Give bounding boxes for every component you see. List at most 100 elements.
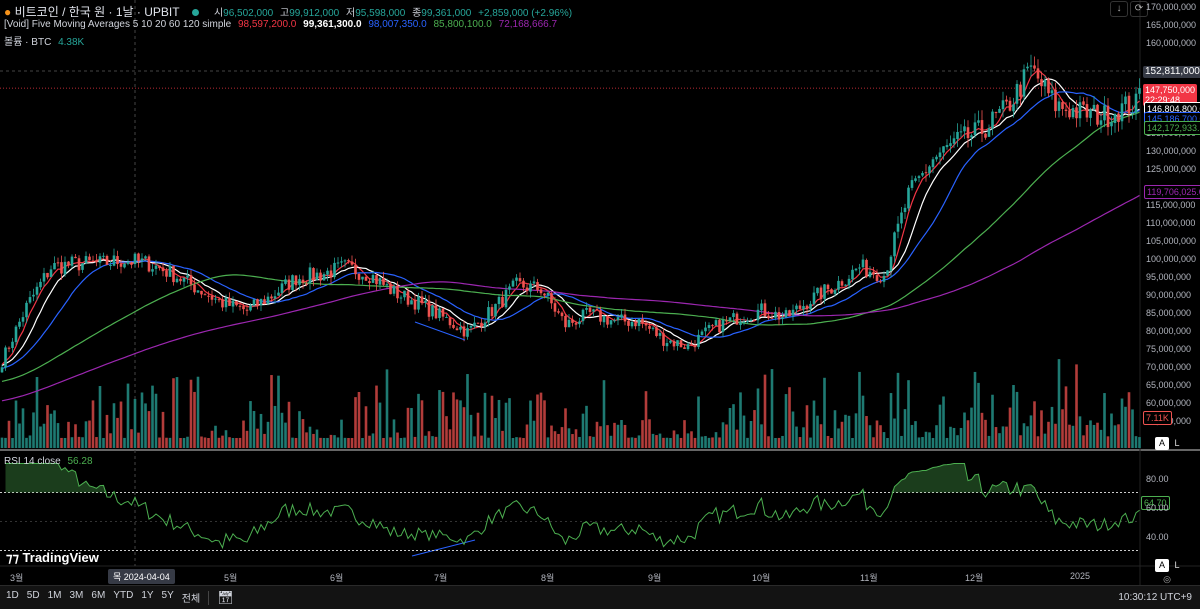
range-button-5d[interactable]: 5D xyxy=(27,590,40,605)
rsi-log-scale-button[interactable]: L xyxy=(1170,559,1184,572)
volume-bar xyxy=(805,405,809,448)
ma-legend[interactable]: [Void] Five Moving Averages 5 10 20 60 1… xyxy=(4,19,557,30)
volume-bar xyxy=(595,421,599,448)
candle-body xyxy=(704,327,707,332)
volume-bar xyxy=(840,421,844,448)
candle-body xyxy=(494,303,497,317)
volume-bar xyxy=(637,435,641,448)
candle-body xyxy=(396,285,399,299)
candle-body xyxy=(1054,89,1057,112)
volume-bar xyxy=(462,407,466,448)
candle-body xyxy=(1113,113,1117,123)
candle-body xyxy=(917,176,921,178)
volume-label[interactable]: 볼륨 · BTC xyxy=(4,37,51,48)
range-button-1y[interactable]: 1Y xyxy=(141,590,153,605)
candle-body xyxy=(581,309,585,322)
candle-body xyxy=(945,145,949,148)
rsi-legend[interactable]: RSI 14 close 56.28 xyxy=(4,456,93,467)
range-button-전체[interactable]: 전체 xyxy=(182,590,200,605)
candle-body xyxy=(154,265,158,269)
time-axis-label: 12월 xyxy=(965,573,984,583)
time-axis-label: 11월 xyxy=(860,573,878,583)
candle-body xyxy=(105,255,109,265)
volume-bar xyxy=(63,437,67,448)
volume-bar xyxy=(459,400,462,448)
range-button-6m[interactable]: 6M xyxy=(91,590,105,605)
range-button-1d[interactable]: 1D xyxy=(6,590,19,605)
date-range-calendar-icon[interactable]: 📅︎ xyxy=(217,590,234,606)
rsi-auto-scale-button[interactable]: A xyxy=(1155,559,1169,572)
auto-scale-button[interactable]: A xyxy=(1155,437,1169,450)
volume-bar xyxy=(693,437,697,448)
range-button-1m[interactable]: 1M xyxy=(48,590,62,605)
ma10-line xyxy=(1,78,1140,367)
volume-bar xyxy=(249,401,252,448)
tradingview-logo[interactable]: ⁊⁊ TradingView xyxy=(6,550,99,566)
candle-body xyxy=(770,317,774,319)
range-button-5y[interactable]: 5Y xyxy=(162,590,174,605)
candle-body xyxy=(147,256,151,272)
candle-body xyxy=(123,263,126,268)
candle-body xyxy=(1026,66,1029,69)
candle-body xyxy=(1106,105,1110,128)
volume-bar xyxy=(161,411,165,448)
volume-bar xyxy=(501,430,504,448)
candle-body xyxy=(301,279,305,283)
candle-body xyxy=(1089,109,1092,118)
volume-bar xyxy=(809,437,812,448)
volume-legend[interactable]: 볼륨 · BTC 4.38K xyxy=(4,33,84,48)
volume-bar xyxy=(319,437,322,448)
rsi-label[interactable]: RSI 14 close xyxy=(4,456,61,467)
candle-body xyxy=(952,138,956,144)
volume-bar xyxy=(252,410,256,448)
candle-body xyxy=(1124,96,1127,105)
indicator-name[interactable]: [Void] Five Moving Averages 5 10 20 60 1… xyxy=(4,19,231,30)
candle-body xyxy=(1015,83,1019,104)
volume-bar xyxy=(704,436,707,448)
ma5-line xyxy=(1,68,1140,365)
chart-canvas[interactable] xyxy=(0,0,1200,609)
price-axis-label: 115,000,000 xyxy=(1146,200,1196,210)
candle-body xyxy=(420,296,424,304)
volume-bar xyxy=(18,423,21,448)
volume-bar xyxy=(371,433,375,448)
volume-bar xyxy=(812,400,816,448)
volume-bar xyxy=(1057,359,1061,448)
candle-body xyxy=(1110,122,1113,127)
candle-body xyxy=(875,275,879,281)
volume-bar xyxy=(53,410,56,448)
candle-body xyxy=(7,347,11,349)
candle-body xyxy=(1120,103,1124,122)
volume-bar xyxy=(658,433,662,448)
volume-bar xyxy=(259,413,263,448)
volume-bar xyxy=(837,428,840,448)
divider xyxy=(208,590,210,605)
volume-bar xyxy=(784,394,788,448)
volume-bar xyxy=(847,415,851,448)
range-button-3m[interactable]: 3M xyxy=(70,590,84,605)
candle-body xyxy=(602,315,606,323)
candle-body xyxy=(109,265,112,267)
volume-bar xyxy=(1134,436,1138,448)
candle-body xyxy=(480,322,483,327)
volume-bar xyxy=(543,400,546,448)
log-scale-button[interactable]: L xyxy=(1170,437,1184,450)
volume-bar xyxy=(536,394,539,448)
candle-body xyxy=(294,275,298,286)
candle-body xyxy=(725,320,728,322)
candle-body xyxy=(742,321,746,323)
clock[interactable]: 10:30:12 UTC+9 xyxy=(1118,592,1192,603)
symbol-title[interactable]: 비트코인 / 한국 원 · 1날 · UPBIT xyxy=(15,5,180,19)
range-button-ytd[interactable]: YTD xyxy=(113,590,133,605)
candle-body xyxy=(553,303,557,312)
candle-body xyxy=(473,322,476,327)
volume-bar xyxy=(889,393,893,448)
volume-bar xyxy=(1085,424,1089,448)
candle-body xyxy=(378,278,382,285)
high-value: 99,912,000 xyxy=(289,8,340,19)
volume-bar xyxy=(74,424,77,448)
download-icon[interactable]: ↓ xyxy=(1110,1,1128,17)
candle-body xyxy=(343,260,347,262)
volume-bar xyxy=(175,377,179,448)
candle-body xyxy=(1022,69,1026,97)
